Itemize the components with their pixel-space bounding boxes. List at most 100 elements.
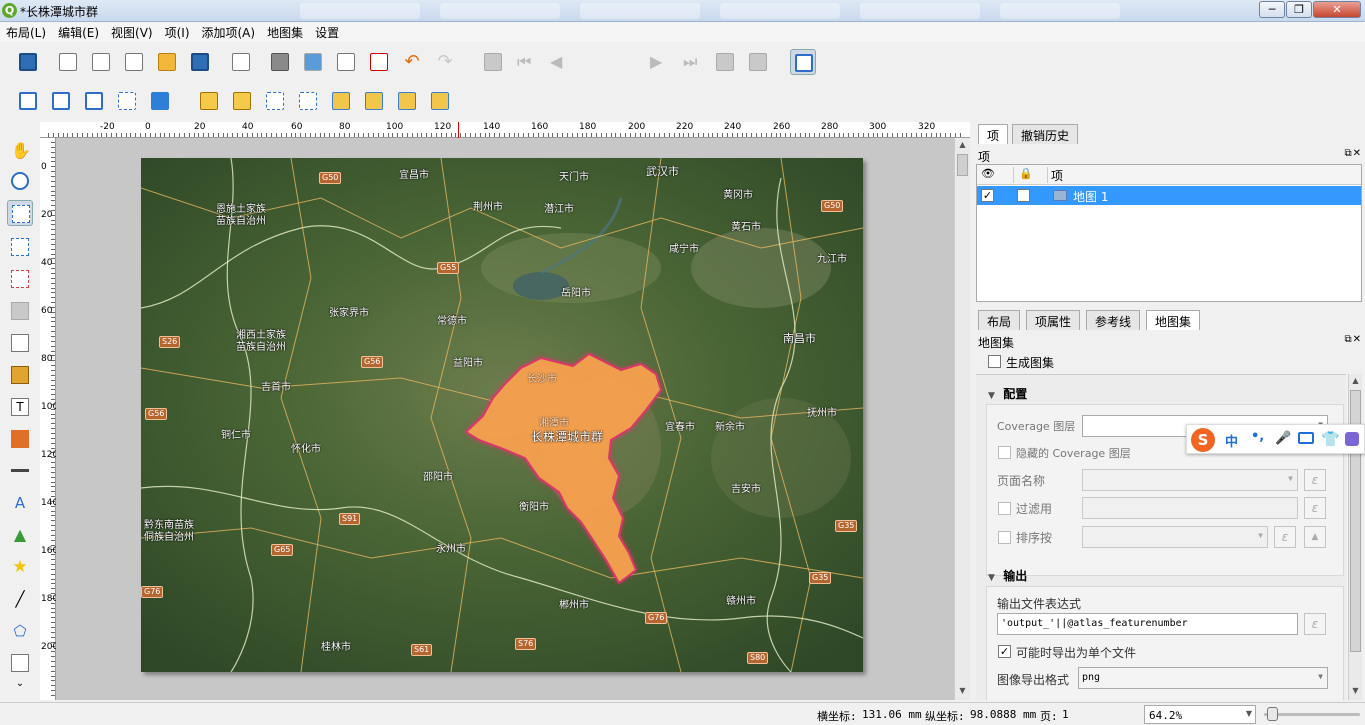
expression-button[interactable]: ε — [1304, 469, 1326, 491]
add-legend-tool[interactable] — [7, 426, 33, 452]
add-shape-tool[interactable]: ▲ — [7, 522, 33, 548]
output-section-header[interactable]: ▼ 输出 — [988, 567, 1027, 584]
unlock-items-button[interactable] — [229, 88, 255, 114]
minimize-button[interactable]: ─ — [1259, 1, 1285, 18]
raise-button[interactable] — [328, 88, 354, 114]
zoom-slider-handle[interactable] — [1267, 707, 1278, 721]
undo-button[interactable]: ↶ — [399, 49, 425, 75]
table-row[interactable]: ✓ 地图 1 — [977, 186, 1361, 205]
generate-atlas-checkbox[interactable] — [988, 355, 1001, 368]
keyboard-icon[interactable] — [1298, 432, 1314, 444]
scroll-down-icon[interactable]: ▼ — [956, 686, 969, 698]
filter-checkbox[interactable] — [998, 502, 1011, 515]
group-button[interactable] — [262, 88, 288, 114]
punctuation-icon[interactable]: •, — [1251, 429, 1264, 444]
add-north-arrow-tool[interactable]: A — [7, 490, 33, 516]
add-label-tool[interactable]: T — [7, 394, 33, 420]
add-html-tool[interactable] — [7, 650, 33, 676]
map-item[interactable]: 宜昌市 天门市 武汉市 荆州市 潜江市 黄冈市 黄石市 咸宁市 九江市 岳阳市 … — [141, 158, 863, 672]
prev-feature-button[interactable]: ◀ — [546, 49, 572, 75]
new-layout-button[interactable] — [55, 49, 81, 75]
menu-layout[interactable]: 布局(L) — [0, 22, 52, 41]
chinese-mode-icon[interactable]: 中 — [1225, 431, 1238, 450]
ime-toolbar[interactable]: S 中 •, 🎤 👕 — [1186, 424, 1365, 454]
move-content-tool[interactable] — [7, 234, 33, 260]
export-svg-button[interactable] — [333, 49, 359, 75]
zoom-actual-button[interactable] — [81, 88, 107, 114]
select-tool[interactable] — [7, 200, 33, 226]
sort-order-button[interactable]: ▲ — [1304, 526, 1326, 548]
print-button[interactable] — [267, 49, 293, 75]
zoom-out-button[interactable] — [48, 88, 74, 114]
zoom-tool[interactable] — [7, 168, 33, 194]
tab-atlas[interactable]: 地图集 — [1146, 310, 1201, 330]
more-tools-button[interactable]: ⌄ — [7, 678, 33, 698]
zoom-full-button[interactable] — [114, 88, 140, 114]
microphone-icon[interactable]: 🎤 — [1275, 431, 1291, 446]
ungroup-button[interactable] — [295, 88, 321, 114]
edit-nodes-tool[interactable] — [7, 266, 33, 292]
refresh-button[interactable] — [147, 88, 173, 114]
config-section-header[interactable]: ▼ 配置 — [988, 385, 1027, 402]
add-polygon-tool[interactable]: ⬠ — [7, 618, 33, 644]
last-feature-button[interactable]: ⏭ — [679, 49, 705, 75]
close-button[interactable]: ✕ — [1313, 1, 1361, 18]
add-scalebar-tool[interactable] — [7, 458, 33, 484]
add-polyline-tool[interactable]: ╱ — [7, 586, 33, 612]
atlas-preview-button[interactable] — [480, 49, 506, 75]
scroll-up-icon[interactable]: ▲ — [956, 140, 969, 152]
zoom-select[interactable]: 64.2% ▼ — [1144, 705, 1256, 724]
single-file-checkbox[interactable]: ✓ — [998, 645, 1011, 658]
menu-settings[interactable]: 设置 — [309, 22, 345, 41]
output-expression-input[interactable]: 'output_'||@atlas_featurenumber — [997, 613, 1298, 635]
menu-add-item[interactable]: 添加项(A) — [196, 22, 262, 41]
open-template-button[interactable] — [154, 49, 180, 75]
skin-icon[interactable]: 👕 — [1321, 430, 1340, 448]
expression-button[interactable]: ε — [1274, 526, 1296, 548]
save-button[interactable] — [15, 49, 41, 75]
sort-checkbox[interactable] — [998, 531, 1011, 544]
items-table[interactable]: 👁 🔒 项 ✓ 地图 1 — [976, 164, 1362, 302]
redo-button[interactable]: ↷ — [432, 49, 458, 75]
page-name-select[interactable]: ▼ — [1082, 469, 1298, 491]
visible-checkbox[interactable]: ✓ — [981, 189, 994, 202]
next-feature-button[interactable]: ▶ — [646, 49, 672, 75]
panel-float-close-icon[interactable]: ⧉✕ — [1344, 334, 1362, 345]
print-atlas-button[interactable] — [712, 49, 738, 75]
tab-item-properties[interactable]: 项属性 — [1026, 310, 1081, 330]
canvas-vertical-scrollbar[interactable]: ▲ ▼ — [954, 138, 970, 700]
resize-button[interactable] — [427, 88, 453, 114]
atlas-scrollbar[interactable]: ▲ ▼ — [1348, 374, 1362, 700]
align-button[interactable] — [361, 88, 387, 114]
menu-view[interactable]: 视图(V) — [105, 22, 159, 41]
panel-float-close-icon[interactable]: ⧉✕ — [1344, 148, 1362, 159]
scroll-thumb[interactable] — [957, 154, 968, 176]
add-picture-tool[interactable] — [7, 362, 33, 388]
first-feature-button[interactable]: ⏮ — [513, 49, 539, 75]
distribute-button[interactable] — [394, 88, 420, 114]
layout-manager-button[interactable] — [121, 49, 147, 75]
menu-edit[interactable]: 编辑(E) — [52, 22, 105, 41]
menu-item[interactable]: 项(I) — [159, 22, 196, 41]
add-3d-map-tool[interactable] — [7, 298, 33, 324]
tab-undo-history[interactable]: 撤销历史 — [1012, 124, 1079, 144]
zoom-in-button[interactable] — [15, 88, 41, 114]
export-atlas-button[interactable] — [745, 49, 771, 75]
atlas-settings-button[interactable] — [790, 49, 816, 75]
scroll-up-icon[interactable]: ▲ — [1349, 376, 1362, 385]
expression-button[interactable]: ε — [1304, 613, 1326, 635]
menu-atlas[interactable]: 地图集 — [261, 22, 309, 41]
expression-button[interactable]: ε — [1304, 497, 1326, 519]
layout-canvas[interactable]: 宜昌市 天门市 武汉市 荆州市 潜江市 黄冈市 黄石市 咸宁市 九江市 岳阳市 … — [56, 138, 954, 700]
tab-items[interactable]: 项 — [978, 124, 1009, 144]
apps-icon[interactable] — [1345, 432, 1359, 446]
save-template-button[interactable] — [187, 49, 213, 75]
filter-input[interactable] — [1082, 497, 1298, 519]
hidden-coverage-checkbox[interactable] — [998, 446, 1011, 459]
locked-checkbox[interactable] — [1017, 189, 1030, 202]
maximize-button[interactable]: ❐ — [1286, 1, 1312, 18]
page-setup-button[interactable] — [228, 49, 254, 75]
sogou-logo-icon[interactable]: S — [1191, 428, 1215, 452]
pan-tool[interactable]: ✋ — [7, 138, 33, 164]
lock-items-button[interactable] — [196, 88, 222, 114]
